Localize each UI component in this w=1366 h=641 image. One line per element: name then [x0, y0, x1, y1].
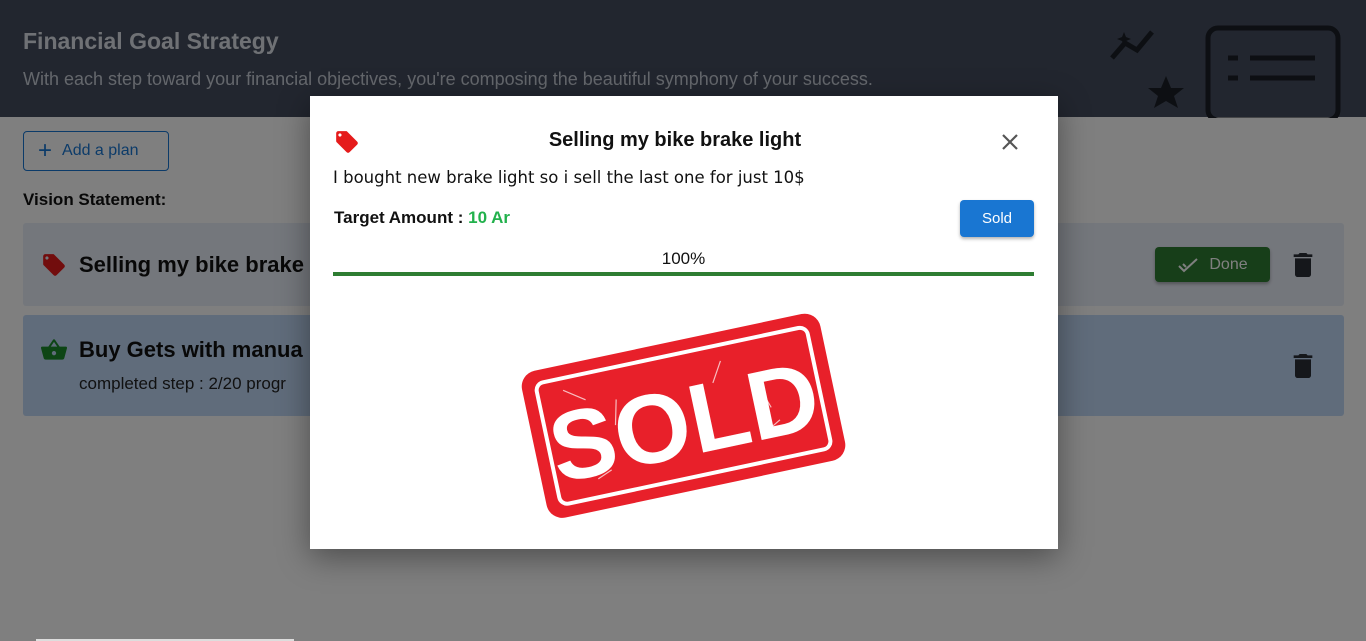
target-value: 10 Ar [468, 208, 511, 227]
progress-label: 100% [661, 249, 706, 268]
progress-bar [333, 272, 1034, 276]
target-label: Target Amount : [334, 208, 469, 227]
plan-detail-modal: Selling my bike brake light I bought new… [310, 96, 1058, 549]
target-amount: Target Amount : 10 Ar [334, 208, 510, 228]
modal-description: I bought new brake light so i sell the l… [333, 168, 805, 187]
close-icon[interactable] [998, 130, 1022, 154]
sold-stamp-image: SOLD [521, 313, 846, 518]
modal-title: Selling my bike brake light [548, 129, 802, 151]
sold-button[interactable]: Sold [960, 200, 1034, 237]
progress-fill [333, 272, 1034, 276]
